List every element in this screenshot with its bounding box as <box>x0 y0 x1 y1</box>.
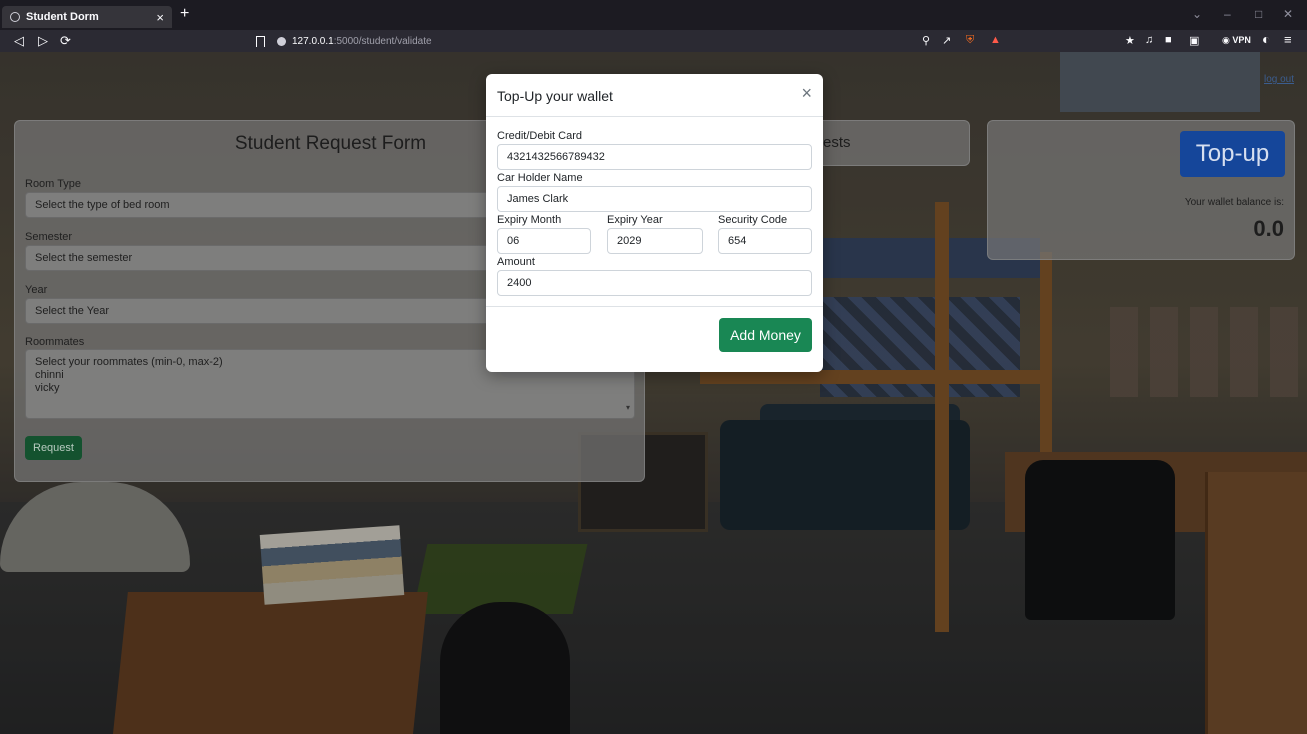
expiry-month-label: Expiry Month <box>497 214 562 226</box>
address-bar[interactable]: 127.0.0.1 :5000/student/validate <box>256 31 1026 51</box>
expiry-year-input[interactable]: 2029 <box>607 228 703 254</box>
modal-header: Top-Up your wallet × <box>486 74 823 117</box>
window-close-icon[interactable]: ✕ <box>1283 7 1293 21</box>
expiry-month-input[interactable]: 06 <box>497 228 591 254</box>
bookmark-icon[interactable] <box>256 35 265 47</box>
vpn-label: VPN <box>1232 35 1251 45</box>
music-icon[interactable]: ♫ <box>1145 34 1153 46</box>
site-info-icon[interactable] <box>277 36 286 46</box>
wallet-card: Top-up Your wallet balance is: 0.0 <box>987 120 1295 260</box>
balance-label: Your wallet balance is: <box>1184 197 1284 208</box>
semester-label: Semester <box>25 231 73 243</box>
close-icon[interactable]: × <box>801 83 812 104</box>
year-label: Year <box>25 284 48 296</box>
security-code-label: Security Code <box>718 214 788 226</box>
globe-icon <box>10 12 20 22</box>
forward-icon[interactable]: ▷ <box>38 33 48 49</box>
logout-link[interactable]: log out <box>1264 74 1294 85</box>
browser-toolbar: ◁ ▷ ⟳ 127.0.0.1 :5000/student/validate ⚲… <box>0 30 1307 52</box>
modal-footer: Add Money <box>486 306 823 372</box>
tab-list-icon[interactable]: ⌄ <box>1192 7 1202 21</box>
wallet-icon[interactable]: ▣ <box>1189 34 1199 47</box>
new-tab-button[interactable]: + <box>180 5 189 23</box>
add-money-button[interactable]: Add Money <box>719 318 812 352</box>
card-number-input[interactable]: 4321432566789432 <box>497 144 812 170</box>
url-path: :5000/student/validate <box>333 35 432 47</box>
requests-card: ests <box>800 120 970 166</box>
back-icon[interactable]: ◁ <box>14 33 24 49</box>
key-icon[interactable]: ⚲ <box>922 34 930 47</box>
tab-close-icon[interactable]: × <box>156 10 164 25</box>
expiry-year-label: Expiry Year <box>607 214 663 226</box>
rewards-icon[interactable]: ▲ <box>990 34 1001 46</box>
card-holder-input[interactable]: James Clark <box>497 186 812 212</box>
modal-title: Top-Up your wallet <box>497 88 613 104</box>
resize-grip-icon[interactable]: ▾ <box>626 401 630 414</box>
amount-input[interactable]: 2400 <box>497 270 812 296</box>
shield-icon[interactable]: ⛨ <box>966 34 974 47</box>
maximize-icon[interactable]: □ <box>1255 7 1262 21</box>
browser-tab-bar: Student Dorm × + ⌄ – □ ✕ <box>0 0 1307 30</box>
ai-icon[interactable]: ◐ <box>1262 31 1270 47</box>
security-code-input[interactable]: 654 <box>718 228 812 254</box>
vpn-button[interactable]: ◉ VPN <box>1222 35 1251 46</box>
roommates-option[interactable]: vicky <box>35 382 625 395</box>
sidebar-icon[interactable]: ■ <box>1165 34 1172 46</box>
browser-tab[interactable]: Student Dorm × <box>2 6 172 28</box>
roommates-label: Roommates <box>25 336 85 348</box>
room-type-label: Room Type <box>25 178 82 190</box>
minimize-icon[interactable]: – <box>1224 7 1231 21</box>
amount-label: Amount <box>497 256 535 268</box>
reload-icon[interactable]: ⟳ <box>60 33 71 49</box>
menu-icon[interactable]: ≡ <box>1284 32 1292 47</box>
tab-title: Student Dorm <box>26 11 99 23</box>
topup-button[interactable]: Top-up <box>1180 131 1285 177</box>
requests-title: ests <box>823 134 851 151</box>
url-host: 127.0.0.1 <box>292 35 334 47</box>
balance-value: 0.0 <box>1253 216 1284 241</box>
card-holder-label: Car Holder Name <box>497 172 583 184</box>
request-button[interactable]: Request <box>25 436 82 460</box>
topup-modal: Top-Up your wallet × Credit/Debit Card 4… <box>486 74 823 372</box>
extensions-icon[interactable]: ★ <box>1125 34 1135 47</box>
card-number-label: Credit/Debit Card <box>497 130 582 142</box>
share-icon[interactable]: ↗ <box>942 34 951 47</box>
